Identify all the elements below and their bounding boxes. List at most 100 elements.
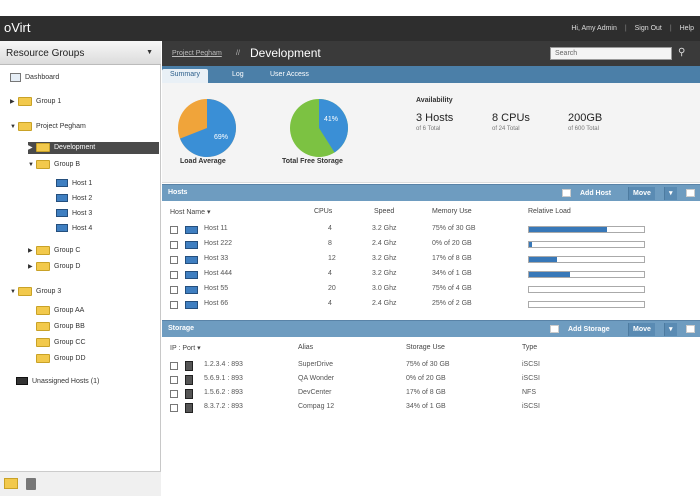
chevron-down-icon[interactable]: ▾	[664, 323, 677, 336]
storage-icon	[185, 389, 193, 399]
row-checkbox[interactable]	[170, 271, 178, 279]
col-cpus[interactable]: CPUs	[314, 208, 332, 215]
host-icon	[56, 179, 68, 188]
col-speed[interactable]: Speed	[374, 208, 394, 215]
table-row[interactable]: Host 66 4 2.4 Ghz 25% of 2 GB	[162, 298, 700, 312]
col-ip-port[interactable]: IP : Port ▾	[170, 344, 201, 352]
tree-item-dashboard[interactable]: Dashboard	[10, 72, 59, 84]
table-row[interactable]: Host 444 4 3.2 Ghz 34% of 1 GB	[162, 268, 700, 282]
breadcrumb-parent-link[interactable]: Project Pegham	[172, 50, 222, 57]
free-storage-label: Total Free Storage	[282, 158, 343, 165]
speed-cell: 2.4 Ghz	[372, 240, 397, 247]
host-name-cell: Host 444	[204, 270, 233, 277]
memory-cell: 75% of 4 GB	[432, 285, 472, 292]
tree-item-project-pegham[interactable]: ▼ Project Pegham	[10, 121, 86, 133]
chevron-right-icon[interactable]: ▶	[28, 245, 36, 257]
tree-item-group-1[interactable]: ▶ Group 1	[10, 96, 61, 108]
table-row[interactable]: 1.5.6.2 : 893 DevCenter 17% of 8 GB NFS	[162, 387, 700, 401]
relative-load-fill	[529, 227, 608, 232]
move-hosts-button[interactable]: Move	[628, 187, 655, 200]
tree-item-group-dd[interactable]: Group DD	[36, 353, 86, 365]
chevron-right-icon[interactable]: ▶	[10, 96, 18, 108]
breadcrumb: Project Pegham // Development Search ⚲	[162, 41, 700, 66]
tree-item-group-d[interactable]: ▶ Group D	[28, 261, 80, 273]
col-host-name[interactable]: Host Name ▾	[170, 208, 210, 216]
col-type[interactable]: Type	[522, 344, 537, 351]
divider: |	[669, 25, 672, 32]
chevron-down-icon[interactable]: ▼	[10, 286, 18, 298]
add-host-icon[interactable]	[562, 189, 571, 197]
chevron-down-icon[interactable]: ▾	[664, 187, 677, 200]
tree-item-group-3[interactable]: ▼ Group 3	[10, 286, 61, 298]
add-storage-icon[interactable]	[550, 325, 559, 333]
storage-panel: Storage Add Storage Move ▾ IP : Port ▾ A…	[162, 320, 700, 420]
breadcrumb-separator: //	[236, 50, 240, 57]
host-icon	[185, 286, 198, 294]
binoculars-icon[interactable]: ⚲	[678, 47, 685, 58]
col-storage-use[interactable]: Storage Use	[406, 344, 445, 351]
table-row[interactable]: 8.3.7.2 : 893 Compag 12 34% of 1 GB iSCSI	[162, 401, 700, 415]
move-storage-button[interactable]: Move	[628, 323, 655, 336]
type-cell: NFS	[522, 389, 536, 396]
add-host-button[interactable]: Add Host	[576, 187, 615, 200]
chevron-right-icon[interactable]: ▶	[28, 261, 36, 273]
row-checkbox[interactable]	[170, 376, 178, 384]
row-checkbox[interactable]	[170, 362, 178, 370]
row-checkbox[interactable]	[170, 226, 178, 234]
table-row[interactable]: Host 222 8 2.4 Ghz 0% of 20 GB	[162, 238, 700, 252]
panel-settings-icon[interactable]	[686, 189, 695, 197]
table-row[interactable]: 5.6.9.1 : 893 QA Wonder 0% of 20 GB iSCSI	[162, 373, 700, 387]
tree-item-host-1[interactable]: Host 1	[56, 178, 92, 190]
chevron-right-icon[interactable]: ▶	[28, 142, 36, 154]
tree-item-group-cc[interactable]: Group CC	[36, 337, 86, 349]
user-greeting-link[interactable]: Hi, Amy Admin	[571, 25, 617, 32]
row-checkbox[interactable]	[170, 241, 178, 249]
row-checkbox[interactable]	[170, 390, 178, 398]
cpus-cell: 4	[328, 300, 332, 307]
resource-groups-title: Resource Groups	[6, 48, 85, 59]
tree-item-host-3[interactable]: Host 3	[56, 208, 92, 220]
tree-item-group-c[interactable]: ▶ Group C	[28, 245, 80, 257]
table-row[interactable]: Host 11 4 3.2 Ghz 75% of 30 GB	[162, 223, 700, 237]
panel-settings-icon[interactable]	[686, 325, 695, 333]
row-checkbox[interactable]	[170, 301, 178, 309]
tree-item-group-aa[interactable]: Group AA	[36, 305, 84, 317]
add-storage-button[interactable]: Add Storage	[564, 323, 614, 336]
tree-item-unassigned-hosts[interactable]: Unassigned Hosts (1)	[16, 376, 99, 388]
col-memory-use[interactable]: Memory Use	[432, 208, 472, 215]
table-row[interactable]: 1.2.3.4 : 893 SuperDrive 75% of 30 GB iSCSI	[162, 359, 700, 373]
memory-cell: 0% of 20 GB	[432, 240, 472, 247]
tree-item-development[interactable]: ▶ Development	[28, 142, 95, 154]
relative-load-fill	[529, 257, 557, 262]
tree-item-group-b[interactable]: ▼ Group B	[28, 159, 80, 171]
sign-out-link[interactable]: Sign Out	[635, 25, 662, 32]
table-row[interactable]: Host 55 20 3.0 Ghz 75% of 4 GB	[162, 283, 700, 297]
row-checkbox[interactable]	[170, 256, 178, 264]
chevron-down-icon[interactable]: ▼	[28, 159, 36, 171]
resource-groups-dropdown[interactable]: Resource Groups ▼	[0, 41, 161, 65]
pie-percent-label: 69%	[214, 134, 228, 141]
type-cell: iSCSI	[522, 361, 540, 368]
col-relative-load[interactable]: Relative Load	[528, 208, 571, 215]
tab-user-access[interactable]: User Access	[262, 69, 317, 83]
tree-item-host-2[interactable]: Host 2	[56, 193, 92, 205]
monitor-icon	[16, 377, 28, 386]
chevron-down-icon[interactable]: ▼	[10, 121, 18, 133]
row-checkbox[interactable]	[170, 286, 178, 294]
col-alias[interactable]: Alias	[298, 344, 313, 351]
host-icon	[56, 224, 68, 233]
table-row[interactable]: Host 33 12 3.2 Ghz 17% of 8 GB	[162, 253, 700, 267]
folder-icon	[36, 261, 50, 271]
tab-log[interactable]: Log	[224, 69, 252, 83]
row-checkbox[interactable]	[170, 404, 178, 412]
type-cell: iSCSI	[522, 403, 540, 410]
hosts-panel-header: Hosts Add Host Move ▾	[162, 184, 700, 201]
help-link[interactable]: Help	[680, 25, 694, 32]
search-input[interactable]: Search	[550, 47, 672, 60]
trash-icon[interactable]	[26, 478, 36, 490]
tree-item-group-bb[interactable]: Group BB	[36, 321, 85, 333]
new-folder-icon[interactable]	[4, 478, 18, 489]
tree-item-host-4[interactable]: Host 4	[56, 223, 92, 235]
host-icon	[185, 241, 198, 249]
tab-summary[interactable]: Summary	[162, 69, 208, 83]
